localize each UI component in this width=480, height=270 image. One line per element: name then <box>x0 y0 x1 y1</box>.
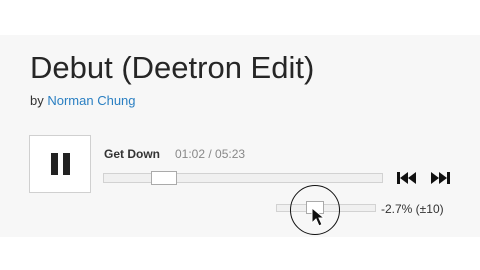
pause-icon <box>50 153 70 175</box>
byline-prefix: by <box>30 93 44 108</box>
skip-previous-button[interactable] <box>396 171 418 185</box>
pitch-value: -2.7% (±10) <box>381 202 444 216</box>
byline: by Norman Chung <box>30 93 136 108</box>
track-time: 01:02 / 05:23 <box>175 147 246 161</box>
seek-slider-track[interactable] <box>103 173 383 183</box>
skip-next-button[interactable] <box>430 171 452 185</box>
seek-slider-handle[interactable] <box>151 171 178 185</box>
pitch-slider-handle[interactable] <box>305 201 324 214</box>
skip-next-icon <box>431 172 450 184</box>
skip-previous-icon <box>397 172 416 184</box>
track-name: Get Down <box>104 147 160 161</box>
pitch-slider-track[interactable] <box>276 204 376 212</box>
song-title: Debut (Deetron Edit) <box>30 50 315 85</box>
artist-link[interactable]: Norman Chung <box>47 93 135 108</box>
pause-button[interactable] <box>29 135 91 193</box>
